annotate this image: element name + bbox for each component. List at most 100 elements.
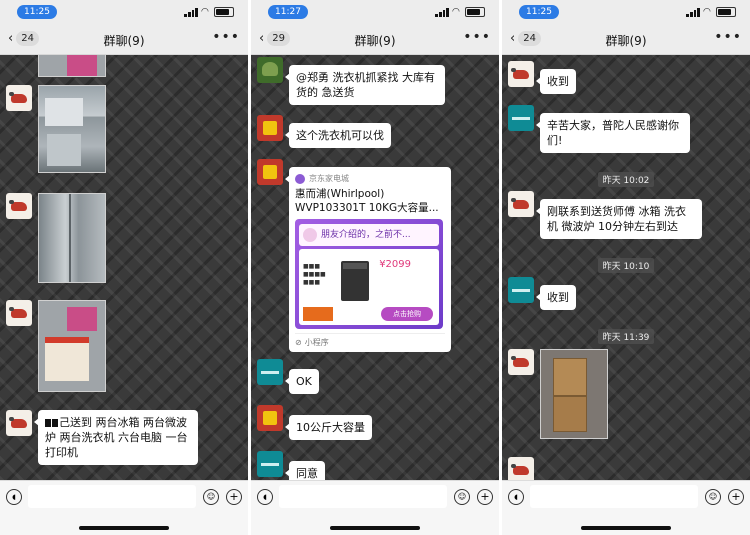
photo-message[interactable] xyxy=(6,193,106,283)
status-bar: 11:25 ◠ xyxy=(502,0,750,24)
home-indicator[interactable] xyxy=(330,526,420,530)
text-message[interactable]: 同意 xyxy=(257,451,325,480)
status-time: 11:27 xyxy=(268,5,308,19)
photo-message[interactable] xyxy=(508,349,608,439)
text-message[interactable]: 收到 xyxy=(508,61,576,94)
avatar[interactable] xyxy=(257,115,283,141)
message-text: 收到 xyxy=(547,75,569,88)
message-bubble[interactable]: OK xyxy=(285,369,319,394)
more-icon[interactable]: ••• xyxy=(463,29,491,45)
text-message[interactable]: 这个洗衣机可以伐 xyxy=(257,115,391,148)
plus-icon[interactable]: + xyxy=(226,489,242,505)
message-bubble[interactable]: 同意 xyxy=(285,461,325,480)
avatar[interactable] xyxy=(257,405,283,431)
signal-icon xyxy=(435,7,449,17)
message-bubble[interactable]: 10公斤大容量 xyxy=(285,415,372,440)
avatar[interactable] xyxy=(508,191,534,217)
avatar[interactable] xyxy=(257,159,283,185)
home-indicator[interactable] xyxy=(581,526,671,530)
avatar[interactable] xyxy=(508,105,534,131)
chat-area[interactable]: 收到 辛苦大家，普陀人民感谢你们! 昨天 10:02 刚联系到送货师傅 冰箱 洗… xyxy=(502,55,750,480)
nav-bar: ‹ 29 群聊(9) ••• xyxy=(251,24,499,55)
avatar[interactable] xyxy=(6,193,32,219)
voice-icon[interactable]: ◖ xyxy=(257,489,273,505)
avatar[interactable] xyxy=(508,61,534,87)
photo-thumbnail[interactable] xyxy=(38,193,106,283)
plus-icon[interactable]: + xyxy=(728,489,744,505)
phone-screen-2: 11:27 ◠ ‹ 29 群聊(9) ••• @郑勇 洗衣机抓紧找 大库有货的 急… xyxy=(251,0,499,535)
avatar[interactable] xyxy=(257,451,283,477)
voice-icon[interactable]: ◖ xyxy=(6,489,22,505)
preview-text: ■■■ ■■■■ ■■■ xyxy=(303,263,326,286)
time-label: 昨天 10:10 xyxy=(597,258,655,273)
text-message[interactable]: 收到 xyxy=(508,277,576,310)
preview-product: ■■■ ■■■■ ■■■ ¥2099 点击抢购 xyxy=(299,249,439,325)
photo-message[interactable] xyxy=(38,55,106,77)
avatar[interactable] xyxy=(6,300,32,326)
battery-icon xyxy=(214,7,234,17)
time-label: 昨天 10:02 xyxy=(597,172,655,187)
mini-program-title: 惠而浦(Whirlpool) WVP103301T 10KG大容量... xyxy=(295,188,439,214)
chat-area[interactable]: 己送到 两台冰箱 两台微波炉 两台洗衣机 六台电脑 一台打印机 xyxy=(0,55,248,480)
avatar[interactable] xyxy=(508,277,534,303)
chat-title: 群聊(9) xyxy=(103,34,145,48)
text-message[interactable]: 辛苦大家，普陀人民感谢你们! xyxy=(508,105,690,153)
redaction-mark xyxy=(45,419,51,427)
message-bubble[interactable]: 辛苦大家，普陀人民感谢你们! xyxy=(536,113,690,153)
mini-program-message[interactable]: 京东家电城 惠而浦(Whirlpool) WVP103301T 10KG大容量.… xyxy=(257,159,451,352)
mini-program-source: 京东家电城 xyxy=(309,174,349,183)
message-input[interactable] xyxy=(530,485,698,508)
avatar[interactable] xyxy=(257,359,283,385)
avatar[interactable] xyxy=(508,349,534,375)
text-message[interactable]: 己送到 两台冰箱 两台微波炉 两台洗衣机 六台电脑 一台打印机 xyxy=(6,410,198,465)
more-icon[interactable]: ••• xyxy=(212,29,240,45)
plus-icon[interactable]: + xyxy=(477,489,493,505)
status-bar: 11:27 ◠ xyxy=(251,0,499,24)
text-message[interactable]: @郑勇 洗衣机抓紧找 大库有货的 急送货 xyxy=(257,57,445,105)
message-bubble[interactable]: 刚联系到送货师傅 冰箱 洗衣机 微波炉 10分钟左右到达 xyxy=(536,199,702,239)
more-icon[interactable]: ••• xyxy=(714,29,742,45)
chat-area[interactable]: @郑勇 洗衣机抓紧找 大库有货的 急送货 这个洗衣机可以伐 京东家电城 惠而浦(… xyxy=(251,55,499,480)
emoji-icon[interactable]: ☺ xyxy=(203,489,219,505)
photo-thumbnail[interactable] xyxy=(38,85,106,173)
message-input[interactable] xyxy=(279,485,447,508)
chat-title: 群聊(9) xyxy=(354,34,396,48)
nav-bar: ‹ 24 群聊(9) ••• xyxy=(502,24,750,55)
message-bubble[interactable]: 这个洗衣机可以伐 xyxy=(285,123,391,148)
message-bubble[interactable]: 己送到 两台冰箱 两台微波炉 两台洗衣机 六台电脑 一台打印机 xyxy=(34,410,198,465)
mini-program-card[interactable]: 京东家电城 惠而浦(Whirlpool) WVP103301T 10KG大容量.… xyxy=(285,167,451,352)
battery-icon xyxy=(465,7,485,17)
photo-message[interactable] xyxy=(6,85,106,173)
phone-screen-1: 11:25 ◠ ‹ 24 群聊(9) ••• 己送到 两台冰箱 两台微波炉 两台… xyxy=(0,0,248,535)
wifi-icon: ◠ xyxy=(452,6,460,17)
text-message[interactable]: 10公斤大容量 xyxy=(257,405,372,440)
message-text: 同意 xyxy=(296,467,318,480)
avatar[interactable] xyxy=(6,85,32,111)
photo-thumbnail[interactable] xyxy=(540,349,608,439)
message-bubble[interactable]: @郑勇 洗衣机抓紧找 大库有货的 急送货 xyxy=(285,65,445,105)
status-icons: ◠ xyxy=(686,7,736,17)
photo-thumbnail[interactable] xyxy=(38,300,106,392)
avatar[interactable] xyxy=(508,457,534,480)
voice-icon[interactable]: ◖ xyxy=(508,489,524,505)
emoji-icon[interactable]: ☺ xyxy=(705,489,721,505)
avatar[interactable] xyxy=(257,57,283,83)
buy-button: 点击抢购 xyxy=(381,307,433,321)
status-time: 11:25 xyxy=(519,5,559,19)
photo-thumbnail[interactable] xyxy=(38,55,106,77)
message-bubble[interactable]: 收到 xyxy=(536,285,576,310)
message-input[interactable] xyxy=(28,485,196,508)
mini-program-icon: ⊘ xyxy=(295,338,302,347)
photo-message[interactable] xyxy=(508,457,534,480)
message-text: 收到 xyxy=(547,291,569,304)
status-icons: ◠ xyxy=(184,7,234,17)
text-message[interactable]: OK xyxy=(257,359,319,394)
message-text: OK xyxy=(296,375,312,388)
photo-message[interactable] xyxy=(6,300,106,392)
home-indicator[interactable] xyxy=(79,526,169,530)
message-bubble[interactable]: 收到 xyxy=(536,69,576,94)
text-message[interactable]: 刚联系到送货师傅 冰箱 洗衣机 微波炉 10分钟左右到达 xyxy=(508,191,702,239)
promo-badge xyxy=(303,307,333,321)
emoji-icon[interactable]: ☺ xyxy=(454,489,470,505)
avatar[interactable] xyxy=(6,410,32,436)
